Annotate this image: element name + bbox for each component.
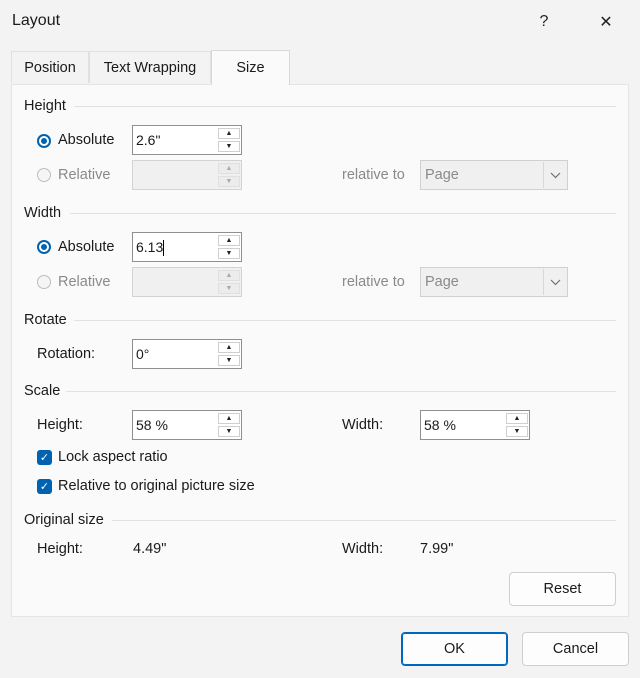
original-size-section-title: Original size (24, 512, 104, 528)
height-relative-to-value: Page (425, 167, 459, 183)
original-width-value: 7.99" (420, 541, 454, 557)
relative-original-size-checkbox[interactable]: ✓ (37, 479, 52, 494)
width-relative-to-value: Page (425, 274, 459, 290)
width-absolute-input[interactable]: 6.13 (136, 239, 165, 257)
spin-up-arrow-icon[interactable]: ▲ (218, 163, 240, 174)
lock-aspect-ratio-checkbox[interactable]: ✓ (37, 450, 52, 465)
height-relative-to-label: relative to (342, 167, 405, 183)
width-absolute-label[interactable]: Absolute (58, 239, 114, 255)
scale-width-spinbox[interactable]: 58 % ▲ ▼ (420, 410, 530, 440)
scale-height-label: Height: (37, 417, 83, 433)
ok-button[interactable]: OK (401, 632, 508, 666)
original-height-label: Height: (37, 541, 83, 557)
rotation-label: Rotation: (37, 346, 96, 362)
close-icon: ✕ (599, 14, 613, 31)
cancel-button[interactable]: Cancel (522, 632, 629, 666)
checkmark-icon: ✓ (39, 481, 50, 493)
height-absolute-input[interactable]: 2.6" (136, 132, 160, 148)
height-relative-radio[interactable] (37, 168, 51, 182)
spin-up-arrow-icon[interactable]: ▲ (218, 128, 240, 139)
original-height-value: 4.49" (133, 541, 167, 557)
height-absolute-radio[interactable] (37, 134, 51, 148)
spin-down-arrow-icon[interactable]: ▼ (218, 141, 240, 152)
spin-down-arrow-icon[interactable]: ▼ (218, 355, 240, 366)
width-absolute-spinbox[interactable]: 6.13 ▲ ▼ (132, 232, 242, 262)
spin-down-arrow-icon[interactable]: ▼ (218, 248, 240, 259)
spin-up-arrow-icon[interactable]: ▲ (218, 270, 240, 281)
rotation-input[interactable]: 0° (136, 346, 149, 362)
close-button[interactable]: ✕ (586, 8, 626, 36)
spin-up-arrow-icon[interactable]: ▲ (218, 342, 240, 353)
height-separator (74, 106, 616, 107)
scale-height-input[interactable]: 58 % (136, 417, 168, 433)
scale-width-input[interactable]: 58 % (424, 417, 456, 433)
spin-up-arrow-icon[interactable]: ▲ (506, 413, 528, 424)
width-relative-to-dropdown[interactable]: Page (420, 267, 568, 297)
spin-down-arrow-icon[interactable]: ▼ (506, 426, 528, 437)
height-absolute-label[interactable]: Absolute (58, 132, 114, 148)
rotation-spinbox[interactable]: 0° ▲ ▼ (132, 339, 242, 369)
lock-aspect-ratio-label[interactable]: Lock aspect ratio (58, 449, 168, 465)
relative-original-size-label[interactable]: Relative to original picture size (58, 478, 255, 494)
chevron-down-icon[interactable] (543, 162, 566, 188)
width-relative-radio[interactable] (37, 275, 51, 289)
chevron-down-icon[interactable] (543, 269, 566, 295)
dialog-title: Layout (12, 12, 61, 29)
rotate-separator (74, 320, 616, 321)
height-section-title: Height (24, 98, 66, 114)
spin-up-arrow-icon[interactable]: ▲ (218, 235, 240, 246)
spin-down-arrow-icon[interactable]: ▼ (218, 426, 240, 437)
spin-down-arrow-icon[interactable]: ▼ (218, 176, 240, 187)
height-relative-spinbox[interactable]: ▲ ▼ (132, 160, 242, 190)
checkmark-icon: ✓ (39, 452, 50, 464)
spin-up-arrow-icon[interactable]: ▲ (218, 413, 240, 424)
width-absolute-radio[interactable] (37, 240, 51, 254)
text-cursor (163, 240, 165, 257)
help-button[interactable]: ? (524, 8, 564, 36)
width-relative-to-label: relative to (342, 274, 405, 290)
height-relative-to-dropdown[interactable]: Page (420, 160, 568, 190)
scale-separator (66, 391, 616, 392)
width-relative-spinbox[interactable]: ▲ ▼ (132, 267, 242, 297)
tab-text-wrapping[interactable]: Text Wrapping (89, 51, 211, 83)
original-size-separator (112, 520, 616, 521)
rotate-section-title: Rotate (24, 312, 67, 328)
help-icon: ? (539, 13, 549, 30)
scale-height-spinbox[interactable]: 58 % ▲ ▼ (132, 410, 242, 440)
width-section-title: Width (24, 205, 62, 221)
spin-down-arrow-icon[interactable]: ▼ (218, 283, 240, 294)
scale-width-label: Width: (342, 417, 384, 433)
width-relative-label[interactable]: Relative (58, 274, 110, 290)
height-relative-label[interactable]: Relative (58, 167, 110, 183)
scale-section-title: Scale (24, 383, 61, 399)
tab-size[interactable]: Size (211, 50, 290, 85)
height-absolute-spinbox[interactable]: 2.6" ▲ ▼ (132, 125, 242, 155)
reset-button[interactable]: Reset (509, 572, 616, 606)
tab-position[interactable]: Position (11, 51, 89, 83)
original-width-label: Width: (342, 541, 384, 557)
width-separator (70, 213, 616, 214)
